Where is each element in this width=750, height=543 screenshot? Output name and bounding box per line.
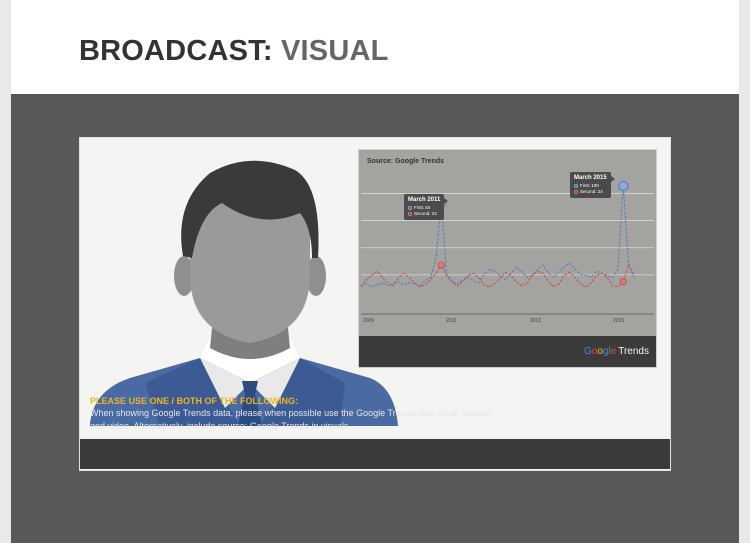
trends-chart-panel: Source: Google Trends 2009 2011 2013 201…	[358, 149, 657, 368]
peak-marker-second	[437, 261, 445, 269]
page: BROADCAST: VISUAL Source: Google Trends …	[11, 0, 739, 543]
callout-second-value: Second: 24	[574, 189, 607, 195]
google-letter: e	[610, 346, 617, 357]
series-line-first	[360, 185, 635, 288]
title-part-visual: VISUAL	[280, 35, 389, 67]
google-wordmark: Google	[584, 346, 616, 357]
lower-third-bar	[80, 439, 670, 469]
first-series-dot-icon	[408, 205, 412, 210]
google-letter: G	[583, 346, 592, 357]
x-tick-label: 2015	[613, 318, 625, 324]
usage-notes: PLEASE USE ONE / BOTH OF THE FOLLOWING: …	[90, 395, 650, 433]
google-trends-logo: Google Trends	[584, 346, 649, 357]
peak-marker-second	[619, 278, 627, 286]
callout-title: March 2011	[408, 197, 441, 203]
trends-wordmark: Trends	[618, 346, 649, 357]
callout-second-text: Second: 24	[414, 211, 437, 216]
second-series-dot-icon	[574, 189, 578, 194]
peak-marker-first	[618, 180, 629, 192]
notes-line-1: When showing Google Trends data, please …	[90, 408, 491, 418]
callout-second-value: Second: 24	[408, 211, 440, 217]
title-part-broadcast: BROADCAST:	[79, 35, 273, 67]
dark-panel: Source: Google Trends 2009 2011 2013 201…	[11, 94, 739, 543]
callout-first-text: First: 84	[414, 205, 431, 210]
callout-march-2015: March 2015 First: 100 Second: 24	[570, 172, 615, 198]
header: BROADCAST: VISUAL	[11, 0, 739, 94]
first-series-dot-icon	[574, 183, 578, 188]
chart-footer-bar: Google Trends	[359, 336, 656, 367]
x-tick-label: 2013	[530, 318, 542, 324]
second-series-dot-icon	[408, 211, 412, 216]
x-tick-label: 2011	[446, 318, 457, 324]
page-title: BROADCAST: VISUAL	[79, 34, 389, 68]
x-tick-label: 2009	[363, 318, 375, 324]
callout-second-text: Second: 24	[580, 189, 603, 194]
callout-first-text: First: 100	[580, 183, 599, 188]
notes-heading: PLEASE USE ONE / BOTH OF THE FOLLOWING:	[90, 396, 299, 406]
callout-title: March 2015	[574, 175, 607, 181]
notes-line-2: and video. Alternatively, include source…	[90, 421, 351, 431]
callout-march-2011: March 2011 First: 84 Second: 24	[404, 194, 449, 220]
